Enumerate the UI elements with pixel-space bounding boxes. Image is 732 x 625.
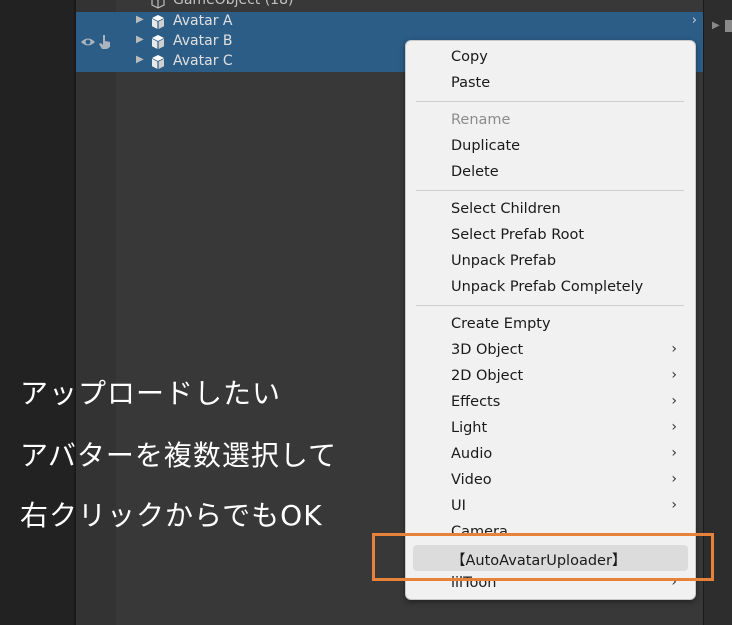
hierarchy-row-label: GameObject (18) [173, 0, 294, 8]
chevron-right-icon: › [671, 393, 677, 409]
hierarchy-row-gameobject[interactable]: GameObject (18) [76, 0, 703, 11]
annotation-caption-line-1: アップロードしたい [20, 377, 282, 410]
menu-item-duplicate[interactable]: Duplicate [406, 134, 695, 160]
chevron-right-icon: › [671, 341, 677, 357]
chevron-right-icon[interactable]: › [692, 13, 697, 28]
expand-arrow-icon[interactable]: ▶ [136, 14, 144, 25]
chevron-right-icon: › [671, 367, 677, 383]
menu-item-light[interactable]: Light › [406, 416, 695, 442]
hierarchy-row-label: Avatar B [173, 33, 233, 49]
context-menu: Copy Paste Rename Duplicate Delete Selec… [405, 40, 696, 600]
hand-pointer-icon[interactable] [98, 34, 112, 50]
menu-item-audio[interactable]: Audio › [406, 442, 695, 468]
menu-item-unpack-prefab[interactable]: Unpack Prefab [406, 249, 695, 275]
menu-separator [416, 190, 684, 191]
expand-arrow-icon[interactable]: ▶ [136, 54, 144, 65]
panel-tab-icon[interactable] [725, 20, 732, 32]
gameobject-icon [151, 0, 165, 9]
menu-item-delete[interactable]: Delete [406, 160, 695, 186]
menu-separator [416, 305, 684, 306]
chevron-right-icon: › [671, 497, 677, 513]
menu-item-create-empty[interactable]: Create Empty [406, 312, 695, 338]
chevron-right-icon: › [671, 419, 677, 435]
prefab-cube-icon [152, 55, 164, 69]
prefab-cube-icon [152, 35, 164, 49]
menu-item-paste[interactable]: Paste [406, 71, 695, 97]
menu-item-video[interactable]: Video › [406, 468, 695, 494]
menu-item-select-children[interactable]: Select Children [406, 197, 695, 223]
chevron-right-icon: › [671, 445, 677, 461]
menu-item-ui[interactable]: UI › [406, 494, 695, 520]
menu-item-select-prefab-root[interactable]: Select Prefab Root [406, 223, 695, 249]
annotation-highlight-box [372, 533, 714, 581]
menu-item-rename: Rename [451, 112, 511, 128]
expand-arrow-icon[interactable]: ▶ [136, 34, 144, 45]
chevron-right-icon: › [671, 471, 677, 487]
collapse-arrow-icon[interactable]: ▶ [712, 20, 720, 31]
menu-item-3d-object[interactable]: 3D Object › [406, 338, 695, 364]
hierarchy-row-label: Avatar A [173, 13, 233, 29]
hierarchy-row-avatar-a[interactable]: ▶ Avatar A › [76, 12, 703, 32]
annotation-caption-line-2: アバターを複数選択して [20, 439, 338, 472]
menu-item-unpack-prefab-completely[interactable]: Unpack Prefab Completely [406, 275, 695, 301]
menu-item-2d-object[interactable]: 2D Object › [406, 364, 695, 390]
eye-icon[interactable] [80, 35, 96, 49]
prefab-cube-icon [152, 15, 164, 29]
menu-separator [416, 101, 684, 102]
hierarchy-row-label: Avatar C [173, 53, 233, 69]
annotation-caption-line-3: 右クリックからでもOK [20, 499, 323, 532]
right-panel-strip: ▶ [703, 0, 732, 625]
menu-item-copy[interactable]: Copy [406, 45, 695, 71]
menu-item-effects[interactable]: Effects › [406, 390, 695, 416]
